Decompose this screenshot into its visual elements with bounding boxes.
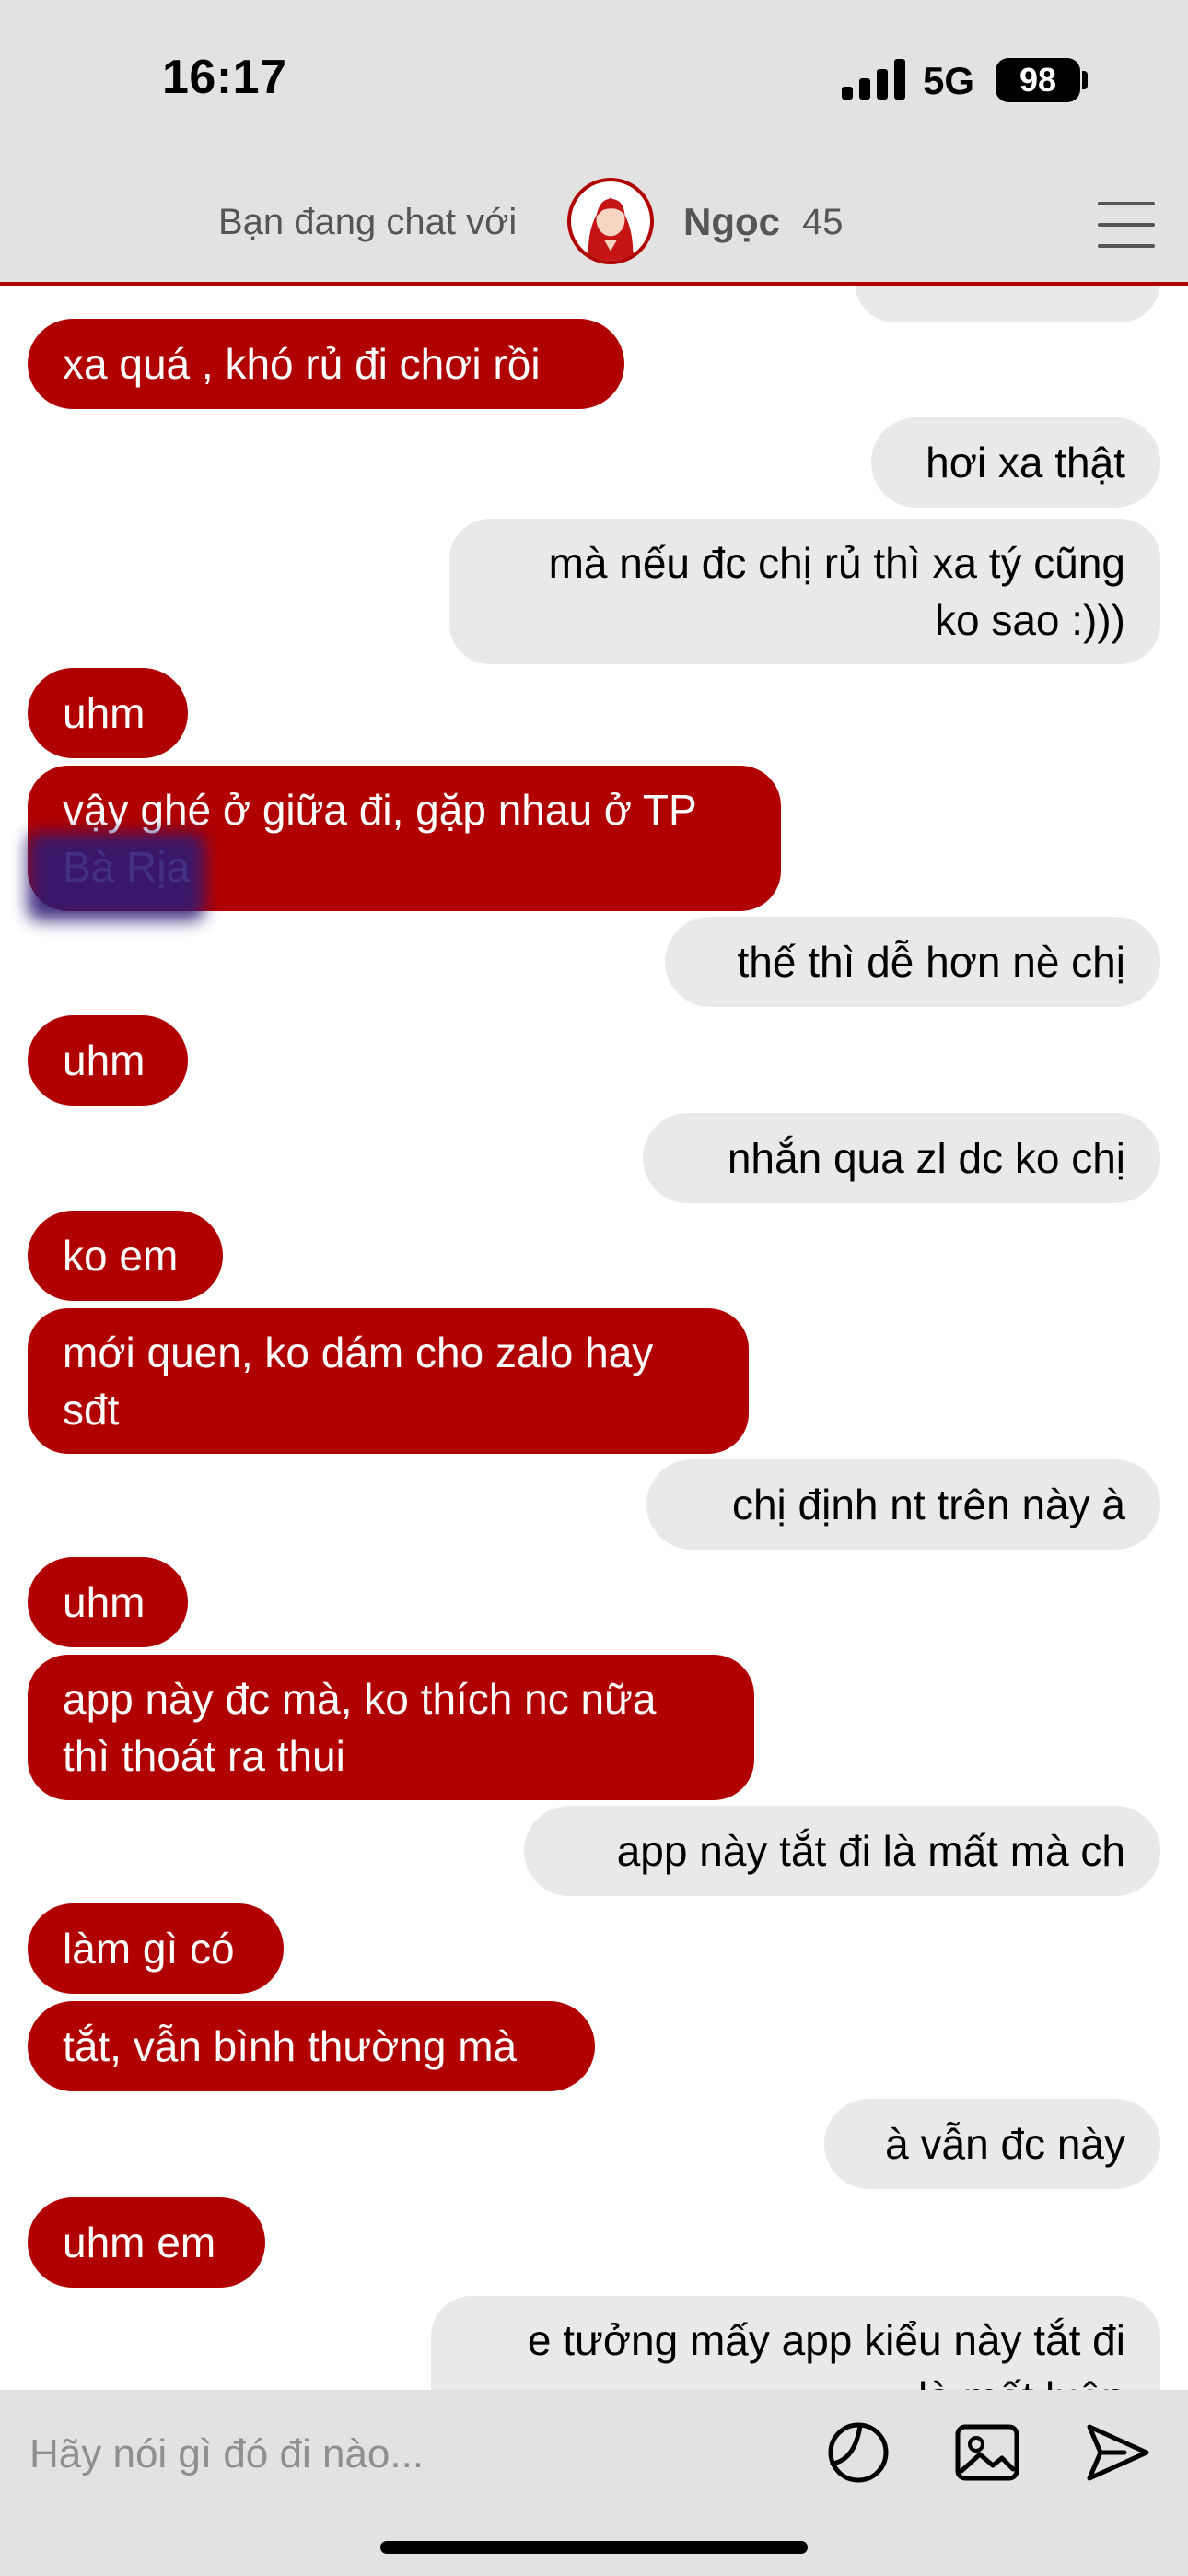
message-bubble-outgoing[interactable]: thế thì dễ hơn nè chị	[665, 917, 1160, 1007]
contact-name[interactable]: Ngọc	[683, 200, 780, 244]
battery-tip	[1082, 71, 1088, 89]
message-bubble-outgoing[interactable]: e tưởng mấy app kiểu này tắt đi là mất l…	[431, 2296, 1160, 2390]
redaction-blur	[28, 833, 204, 920]
message-bubble-incoming[interactable]: uhm em	[28, 2197, 265, 2288]
header-prefix: Bạn đang chat với	[218, 202, 518, 242]
message-bubble-outgoing[interactable]: à vẫn đc này	[824, 2099, 1160, 2189]
message-bubble-incoming[interactable]: uhm	[28, 1015, 188, 1106]
network-label: 5G	[923, 59, 975, 102]
message-text: ko em	[63, 1232, 179, 1280]
message-text-line: e tưởng mấy app kiểu này tắt đi	[527, 2316, 1125, 2364]
message-text-line: là mất luôn	[466, 2369, 1125, 2390]
message-bubble-incoming[interactable]: uhm	[28, 668, 188, 758]
message-text: tắt, vẫn bình thường mà	[63, 2022, 518, 2070]
message-text: làm gì có	[63, 1925, 235, 1973]
message-bubble-outgoing[interactable]: app này tắt đi là mất mà ch	[524, 1806, 1160, 1896]
message-bubble-outgoing-partial	[855, 286, 1160, 322]
contact-age: 45	[802, 202, 844, 242]
message-bubble-incoming[interactable]: xa quá , khó rủ đi chơi rồi	[28, 319, 624, 409]
message-bubble-outgoing[interactable]: mà nếu đc chị rủ thì xa tý cũng ko sao :…	[449, 519, 1160, 664]
message-bubble-incoming[interactable]: ko em	[28, 1211, 223, 1301]
message-text: uhm	[63, 1036, 146, 1084]
message-bubble-outgoing[interactable]: chị định nt trên này à	[646, 1459, 1160, 1550]
avatar-illustration	[585, 197, 636, 261]
message-bubble-outgoing[interactable]: hơi xa thật	[871, 417, 1160, 508]
message-text-line: thì thoát ra thui	[63, 1732, 345, 1780]
chat-header: Bạn đang chat với Ngọc 45	[0, 161, 1188, 286]
message-text: uhm	[63, 1578, 146, 1626]
message-list[interactable]: xa quá , khó rủ đi chơi rồi hơi xa thật …	[0, 286, 1188, 2390]
message-bubble-incoming[interactable]: làm gì có	[28, 1903, 284, 1994]
signal-bars-icon	[842, 59, 905, 100]
message-text-line: app này đc mà, ko thích nc nữa	[63, 1675, 657, 1723]
message-text: chị định nt trên này à	[731, 1481, 1125, 1528]
status-bar: 16:17 5G 98	[0, 0, 1188, 161]
message-text-line: vậy ghé ở giữa đi, gặp nhau ở TP	[63, 786, 697, 834]
message-text: uhm em	[63, 2219, 216, 2266]
message-text-line: sđt	[63, 1386, 120, 1434]
message-text: nhắn qua zl dc ko chị	[727, 1134, 1125, 1182]
avatar-woman-icon[interactable]	[567, 178, 654, 264]
input-bar	[0, 2390, 1188, 2576]
message-text: xa quá , khó rủ đi chơi rồi	[63, 340, 541, 388]
status-time: 16:17	[162, 51, 287, 104]
message-input[interactable]	[28, 2412, 786, 2497]
message-text: thế thì dễ hơn nè chị	[737, 938, 1125, 986]
message-bubble-incoming[interactable]: uhm	[28, 1557, 188, 1647]
battery-level: 98	[1019, 61, 1057, 99]
send-icon[interactable]	[1082, 2418, 1152, 2488]
message-text-line: ko sao :)))	[934, 596, 1125, 644]
message-text-line: mới quen, ko dám cho zalo hay	[63, 1329, 654, 1376]
image-icon[interactable]	[952, 2418, 1022, 2488]
message-bubble-incoming[interactable]: mới quen, ko dám cho zalo hay sđt	[28, 1308, 749, 1454]
message-text: uhm	[63, 689, 146, 737]
message-text: à vẫn đc này	[885, 2120, 1125, 2168]
message-bubble-incoming[interactable]: tắt, vẫn bình thường mà	[28, 2001, 595, 2091]
hamburger-menu-icon[interactable]	[1098, 202, 1155, 248]
home-indicator	[380, 2541, 808, 2554]
sticker-icon[interactable]	[823, 2418, 893, 2488]
message-text: app này tắt đi là mất mà ch	[616, 1827, 1125, 1875]
battery-icon: 98	[996, 58, 1080, 102]
message-text-line: mà nếu đc chị rủ thì xa tý cũng	[548, 539, 1125, 587]
message-bubble-outgoing[interactable]: nhắn qua zl dc ko chị	[643, 1113, 1160, 1203]
message-bubble-incoming[interactable]: app này đc mà, ko thích nc nữa thì thoát…	[28, 1655, 754, 1800]
message-text: hơi xa thật	[926, 439, 1125, 486]
